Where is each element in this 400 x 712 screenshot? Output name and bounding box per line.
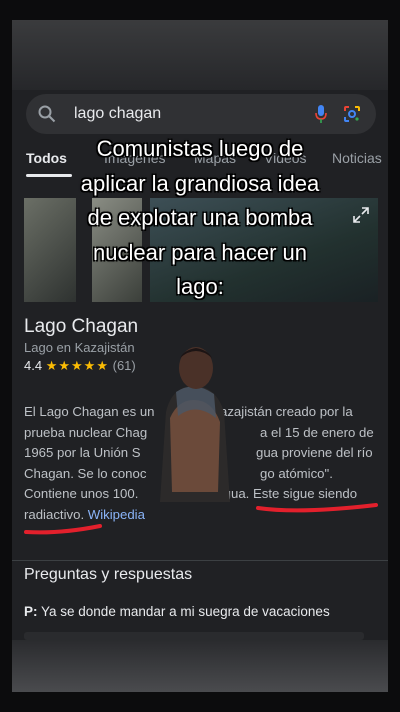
description-line: Chagan. Se lo conoc xyxy=(24,465,147,481)
description-line: gua proviene del río xyxy=(256,445,373,461)
review-count[interactable]: (61) xyxy=(113,358,136,373)
description-line: a el 15 de enero de xyxy=(260,424,374,440)
caption-line: lago: xyxy=(176,274,224,299)
description-line: go atómico". xyxy=(260,465,333,481)
google-lens-icon[interactable] xyxy=(342,104,362,124)
blurred-bottom-area xyxy=(12,640,388,692)
question-prefix: P: xyxy=(24,604,38,619)
description-line: prueba nuclear Chag xyxy=(24,424,148,440)
entity-title: Lago Chagan xyxy=(24,316,139,337)
meme-caption: Comunistas luego de aplicar la grandiosa… xyxy=(12,132,388,305)
search-query[interactable]: lago chagan xyxy=(74,105,161,123)
description-line: El Lago Chagan es un xyxy=(24,404,155,419)
caption-line: aplicar la grandiosa idea xyxy=(80,170,320,196)
microphone-icon[interactable] xyxy=(314,104,328,124)
description-line: 1965 por la Unión S xyxy=(24,445,141,461)
caption-line: nuclear para hacer un xyxy=(92,239,308,265)
star-rating-icon: ★★★★★ xyxy=(45,358,109,373)
description-line: azajistán creado por la xyxy=(220,404,353,419)
faq-heading: Preguntas y respuestas xyxy=(24,566,193,583)
blurred-faq-row xyxy=(24,632,364,640)
caption-line: de explotar una bomba xyxy=(87,205,313,230)
rating-value: 4.4 xyxy=(24,358,43,373)
blurred-status-area xyxy=(12,20,388,90)
search-icon xyxy=(38,105,56,123)
description-line: Contiene unos 100. xyxy=(24,486,139,502)
rating-row[interactable]: 4.4 ★★★★★ (61) xyxy=(24,358,136,374)
question-text: Ya se donde mandar a mi suegra de vacaci… xyxy=(41,604,330,619)
caption-line: Comunistas luego de xyxy=(96,136,304,161)
meme-person-image xyxy=(160,347,230,502)
search-bar[interactable]: lago chagan xyxy=(26,94,376,134)
wikipedia-link[interactable]: Wikipedia xyxy=(88,507,145,522)
section-divider xyxy=(12,560,388,561)
faq-question[interactable]: P: Ya se donde mandar a mi suegra de vac… xyxy=(24,604,330,619)
description-line: radiactivo. xyxy=(24,506,85,522)
entity-subtitle: Lago en Kazajistán xyxy=(24,340,135,355)
